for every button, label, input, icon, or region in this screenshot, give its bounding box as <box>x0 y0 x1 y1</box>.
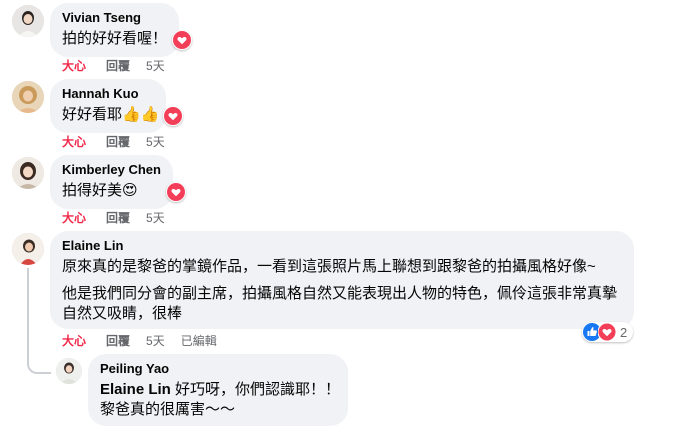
comment-bubble: Hannah Kuo 好好看耶👍👍 <box>50 79 166 133</box>
comment-text: 拍的好好看喔！ <box>62 30 168 47</box>
timestamp-link[interactable]: 5天 <box>146 210 165 226</box>
comment-paragraph: 他是我們同分會的副主席，拍攝風格自然又能表現出人物的特色，佩伶這張非常真摯自然又… <box>62 285 618 322</box>
reaction-badge[interactable] <box>163 106 183 126</box>
reply-thread-line <box>27 268 51 374</box>
comment-actions: 大心 回覆 5天 <box>62 134 181 150</box>
avatar[interactable] <box>56 358 82 384</box>
love-reaction-link[interactable]: 大心 <box>62 333 86 349</box>
timestamp-link[interactable]: 5天 <box>146 333 165 349</box>
heart-icon <box>598 323 616 341</box>
reply-bubble: Peiling Yao Elaine Lin 好巧呀，你們認識耶！！ 黎爸真的很… <box>88 354 348 426</box>
comment-text: 好好看耶👍👍 <box>62 106 160 123</box>
love-reaction-link[interactable]: 大心 <box>62 58 86 74</box>
reaction-badge[interactable] <box>172 30 192 50</box>
mention-link[interactable]: Elaine Lin <box>100 381 171 398</box>
comment-author[interactable]: Vivian Tseng <box>62 10 167 26</box>
avatar[interactable] <box>12 81 44 113</box>
comment-bubble: Vivian Tseng 拍的好好看喔！ <box>50 3 179 57</box>
reply-text: Elaine Lin 好巧呀，你們認識耶！！ <box>100 380 340 400</box>
comment-actions: 大心 回覆 5天 <box>62 58 181 74</box>
heart-icon <box>167 183 185 201</box>
comment-bubble: Elaine Lin 原來真的是黎爸的掌鏡作品，一看到這張照片馬上聯想到跟黎爸的… <box>50 231 634 329</box>
reaction-badge[interactable] <box>166 182 186 202</box>
comment-author[interactable]: Kimberley Chen <box>62 162 161 178</box>
reply-link[interactable]: 回覆 <box>106 210 130 226</box>
comment-text: 拍得好美😍 <box>62 182 138 199</box>
reply-text-rest: 好巧呀，你們認識耶！！ <box>170 381 341 398</box>
comment-paragraph: 原來真的是黎爸的掌鏡作品，一看到這張照片馬上聯想到跟黎爸的拍攝風格好像~ <box>62 258 596 275</box>
avatar[interactable] <box>12 157 44 189</box>
comment-actions: 大心 回覆 5天 <box>62 210 181 226</box>
reply-text-line: 黎爸真的很厲害～～ <box>100 401 236 418</box>
heart-icon <box>173 31 191 49</box>
comment-actions: 大心 回覆 5天 已編輯 <box>62 333 217 349</box>
heart-icon <box>164 107 182 125</box>
reaction-count: 2 <box>620 324 628 340</box>
love-reaction-link[interactable]: 大心 <box>62 210 86 226</box>
comment-author[interactable]: Elaine Lin <box>62 238 622 254</box>
reaction-summary[interactable]: 2 <box>582 322 634 342</box>
edited-label[interactable]: 已編輯 <box>181 333 217 349</box>
comment-bubble: Kimberley Chen 拍得好美😍 <box>50 155 173 209</box>
comment-author[interactable]: Hannah Kuo <box>62 86 154 102</box>
love-reaction-link[interactable]: 大心 <box>62 134 86 150</box>
reply-link[interactable]: 回覆 <box>106 134 130 150</box>
avatar[interactable] <box>12 233 44 265</box>
reply-link[interactable]: 回覆 <box>106 333 130 349</box>
reply-author[interactable]: Peiling Yao <box>100 361 336 377</box>
timestamp-link[interactable]: 5天 <box>146 134 165 150</box>
timestamp-link[interactable]: 5天 <box>146 58 165 74</box>
reply-link[interactable]: 回覆 <box>106 58 130 74</box>
comment-text: 原來真的是黎爸的掌鏡作品，一看到這張照片馬上聯想到跟黎爸的拍攝風格好像~ 他是我… <box>62 257 622 324</box>
avatar[interactable] <box>12 5 44 37</box>
